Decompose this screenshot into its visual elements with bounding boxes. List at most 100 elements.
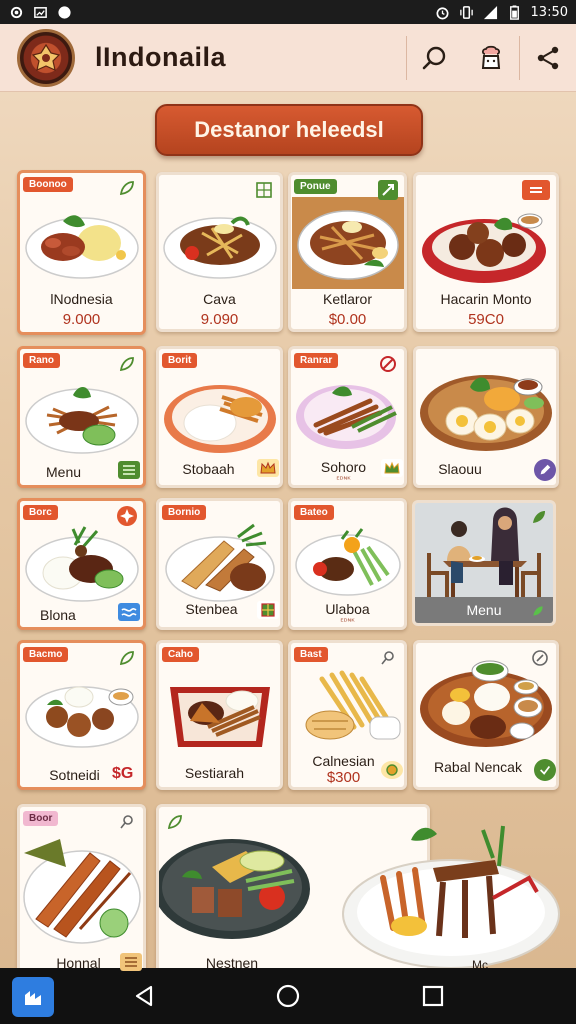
cast-icon [32,4,48,20]
signal-icon [483,4,499,20]
section-banner[interactable]: Destanor heleedsl [155,104,423,156]
share-icon [537,46,559,69]
menu-card[interactable]: Rano Menu [17,346,146,488]
menu-card[interactable]: Caho Sestiarah [156,640,283,790]
chef-button[interactable] [463,24,519,91]
expand-icon [378,180,398,200]
dish-image-large [333,818,567,968]
app-drawer-button[interactable] [12,977,54,1017]
status-bar: 13:50 [0,0,576,24]
leaf-icon [529,507,549,527]
app-logo[interactable] [17,28,75,87]
chef-icon [481,45,501,69]
dish-image [159,831,322,943]
menu-card[interactable]: Bornio Stenbea [156,498,283,630]
crown-badge-icon [381,459,403,477]
card-tag: Boor [23,811,59,826]
leaf-icon [117,354,137,374]
compass-icon [56,4,72,20]
card-tag: Borit [162,353,198,368]
pin-icon [378,648,398,668]
dish-image [23,521,141,605]
dish-name: lNodnesia [50,291,113,307]
dish-image [23,203,141,283]
cube-badge-icon [257,601,279,619]
dish-price: $G [112,765,134,782]
card-tag: Ranrar [294,353,339,368]
dish-image [23,375,141,459]
leaf-icon [165,812,185,832]
menu-card[interactable]: Hacarin Monto 59C0 [413,172,559,332]
stripe-badge-icon [120,953,142,971]
dish-image [162,665,278,757]
battery-icon [507,4,523,20]
dish-image [292,521,404,601]
leaf-icon [117,178,137,198]
sun-badge-icon [381,761,403,779]
app-icon [25,991,41,1005]
dish-image [162,519,278,605]
alarm-icon [435,4,451,20]
dish-price: $0.00 [328,311,367,328]
share-button[interactable] [520,24,576,91]
grid-icon [254,180,274,200]
dish-subtext: ᴱᴰᴺᴷ [340,617,355,626]
sparkle-icon [117,506,137,526]
card-tag: Bast [294,647,328,662]
dish-name: Ketlaror [322,291,373,307]
card-tag: Boonoo [23,177,73,192]
menu-card[interactable]: Bast Calnesian $300 [288,640,407,790]
app-bar: lIndonaila [0,24,576,92]
pin-icon [117,812,137,832]
edit-badge-icon[interactable] [534,459,556,481]
menu-card[interactable]: Borc Blona [17,498,146,630]
card-tag: Bateo [294,505,334,520]
dish-image [162,373,278,459]
menu-card[interactable]: Rabal Nencak [413,640,559,790]
home-button[interactable] [272,980,304,1012]
no-spice-icon [378,354,398,374]
menu-card[interactable]: Boonoo lNodnesia 9.000 [17,170,146,335]
menu-card[interactable]: Bacmo Sotneidi $G [17,640,146,790]
dish-name: Hacarin Monto [440,291,532,307]
leaf-icon [117,648,137,668]
wayang-logo-icon [31,43,61,71]
menu-card[interactable]: Ponue Ketlaror $0.00 [288,172,407,332]
vibrate-icon [459,4,475,20]
back-button[interactable] [128,980,160,1012]
pin-icon [530,648,550,668]
home-icon [276,984,300,1008]
dish-image [23,669,141,753]
check-badge-icon[interactable] [534,759,556,781]
menu-card[interactable]: Borit Stobaah [156,346,283,488]
dish-image [292,665,404,755]
dish-image [291,197,404,289]
card-tag: Ponue [294,179,337,194]
dish-name: Ulaboa [325,601,370,617]
recents-button[interactable] [417,980,449,1012]
settings-icon [8,4,24,20]
menu-lines-icon [522,180,550,200]
card-tag: Bacmo [23,647,69,662]
crown-badge-icon [257,459,279,477]
menu-card[interactable]: Slaouu [413,346,559,488]
dish-image [292,371,404,455]
menu-card[interactable]: Bateo Ulaboa ᴱᴰᴺᴷ [288,498,407,630]
dish-image [418,203,554,287]
status-time: 13:50 [530,4,568,20]
dish-image [162,203,278,283]
menu-card[interactable]: Boor Honnal [17,804,146,974]
dish-image [416,357,556,457]
menu-card[interactable]: Cava 9.090 [156,172,283,332]
dish-name: Cava [203,291,236,307]
dining-scene-card[interactable]: Menu [412,500,556,626]
app-title: lIndonaila [95,42,227,72]
wave-badge-icon [118,603,140,621]
recents-icon [422,985,444,1007]
navigation-bar [0,968,576,1024]
search-button[interactable] [407,24,463,91]
dish-name: Sestiarah [184,765,245,781]
dish-price: 9.090 [200,311,239,328]
card-tag: Borc [23,505,58,520]
menu-card[interactable]: Ranrar Sohoro ᴱᴰᴺᴷ [288,346,407,488]
